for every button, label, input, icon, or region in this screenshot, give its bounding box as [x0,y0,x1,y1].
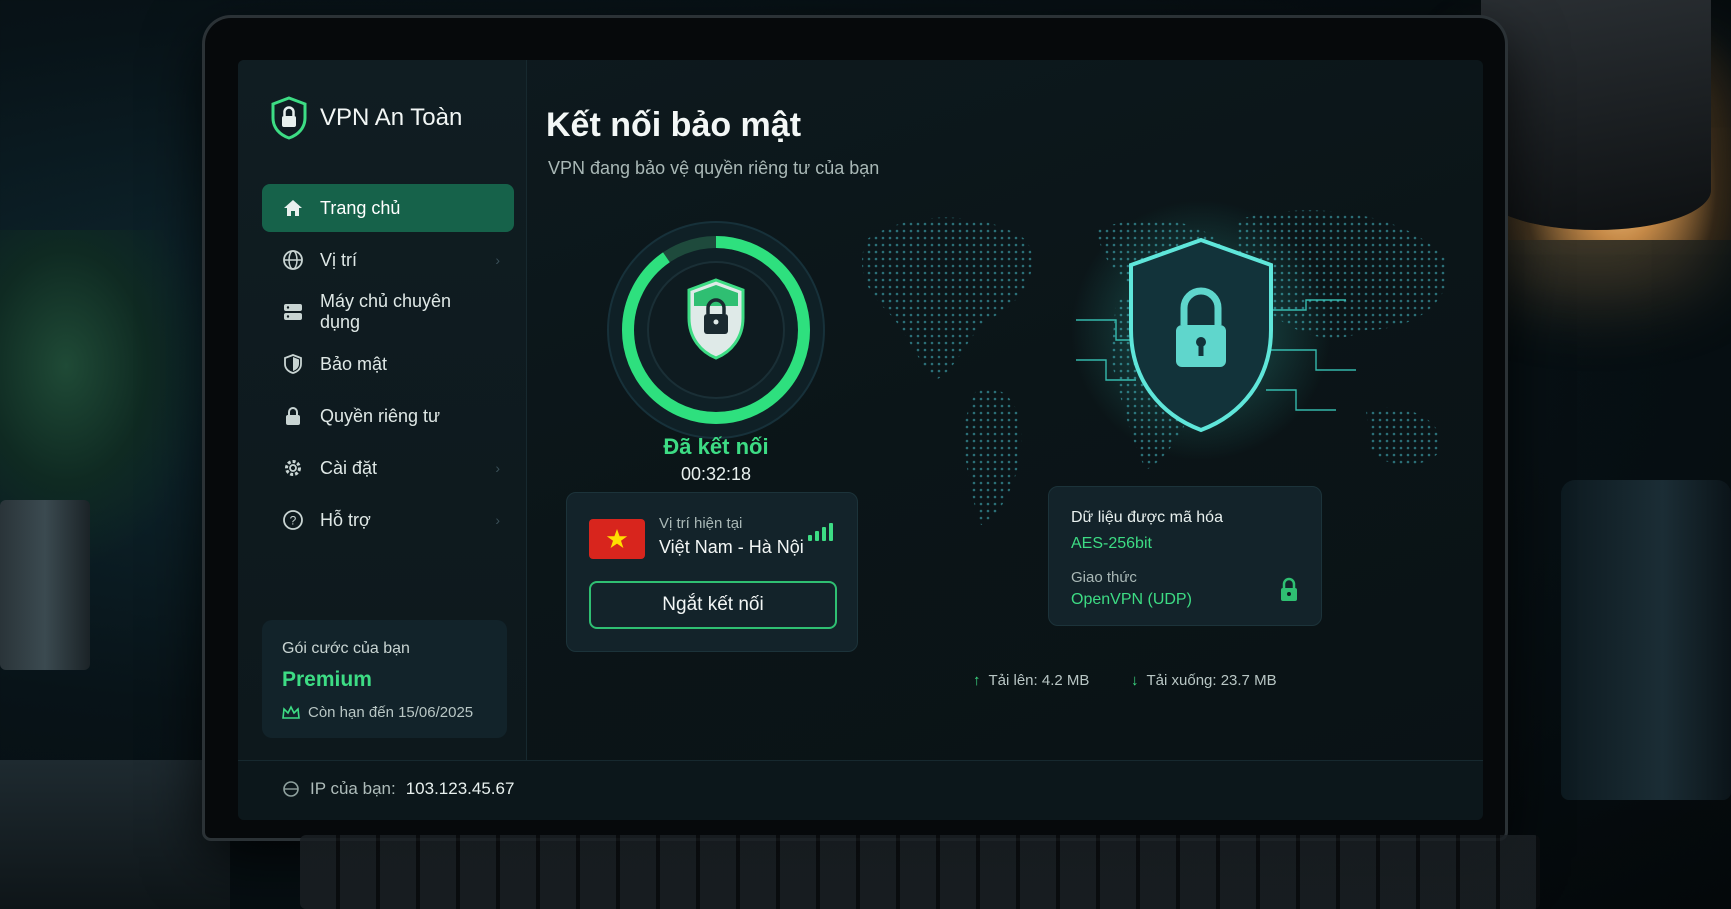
location-value: Việt Nam - Hà Nội [659,537,804,557]
server-icon [282,301,304,323]
background-mug [1561,480,1731,800]
plan-label: Gói cước của bạn [282,640,410,657]
connection-status: Đã kết nối [663,434,769,459]
sidebar-nav: Trang chủ Vị trí › Máy chủ chuyên dụng B… [262,184,514,548]
sidebar-item-label: Hỗ trợ [320,509,371,530]
page-subtitle: VPN đang bảo vệ quyền riêng tư của bạn [548,158,880,178]
signal-strength-icon [808,523,833,541]
plan-expiry-text: Còn hạn đến 15/06/2025 [308,704,474,721]
arrow-down-icon: ↓ [1131,672,1139,689]
encryption-card: Dữ liệu được mã hóa AES-256bit Giao thức… [1048,486,1322,626]
plan-name: Premium [282,668,372,691]
shield-icon [282,353,304,375]
background-plant-pot [0,500,90,670]
brand: VPN An Toàn [270,96,462,140]
plan-expiry: Còn hạn đến 15/06/2025 [282,704,473,721]
background-books [0,760,230,909]
home-icon [282,197,304,219]
sidebar-item-privacy[interactable]: Quyền riêng tư [262,392,514,440]
laptop-keyboard [300,835,1540,909]
gear-icon [282,457,304,479]
app-window: VPN An Toàn Trang chủ Vị trí › Máy chủ c… [238,60,1483,820]
sidebar-item-label: Trang chủ [320,197,401,218]
status-bar: IP của bạn: 103.123.45.67 [238,760,1483,820]
sidebar-item-label: Máy chủ chuyên dụng [320,291,452,332]
connection-timer: 00:32:18 [680,464,752,484]
encryption-label: Dữ liệu được mã hóa [1071,509,1223,526]
help-icon: ? [282,509,304,531]
globe-icon [282,249,304,271]
sidebar-item-home[interactable]: Trang chủ [262,184,514,232]
chevron-right-icon: › [495,460,500,476]
connection-ring [607,221,825,439]
arrow-up-icon: ↑ [973,672,981,689]
upload-value: Tải lên: 4.2 MB [988,672,1090,689]
lock-icon [282,405,304,427]
svg-text:?: ? [290,514,297,528]
app-title: VPN An Toàn [320,104,463,131]
sidebar-item-dedicated-server[interactable]: Máy chủ chuyên dụng [262,288,514,336]
upload-stat: ↑ Tải lên: 4.2 MB [973,672,1089,689]
sidebar-item-settings[interactable]: Cài đặt › [262,444,514,492]
sidebar: VPN An Toàn Trang chủ Vị trí › Máy chủ c… [238,60,527,760]
sidebar-item-label: Cài đặt [320,457,378,478]
sidebar-item-location[interactable]: Vị trí › [262,236,514,284]
location-card[interactable]: Vị trí hiện tại Việt Nam - Hà Nội Ngắt k… [566,492,858,652]
chevron-right-icon: › [495,252,500,268]
encryption-value: AES-256bit [1071,535,1152,552]
background-lamp [1481,0,1711,230]
sidebar-item-label: Bảo mật [320,353,388,374]
download-stat: ↓ Tải xuống: 23.7 MB [1131,672,1277,689]
crown-icon [282,704,300,719]
ip-value: 103.123.45.67 [405,779,515,798]
chevron-right-icon: › [495,512,500,528]
protocol-label: Giao thức [1071,569,1137,586]
plan-card[interactable]: Gói cước của bạn Premium Còn hạn đến 15/… [262,620,507,738]
main-content: Kết nối bảo mật VPN đang bảo vệ quyền ri… [526,60,1483,760]
shield-lock-logo-icon [271,96,307,140]
disconnect-button[interactable]: Ngắt kết nối [589,581,837,629]
protocol-value: OpenVPN (UDP) [1071,591,1192,608]
network-icon [283,781,299,797]
location-label: Vị trí hiện tại [659,515,743,532]
sidebar-item-label: Quyền riêng tư [320,405,441,426]
download-value: Tải xuống: 23.7 MB [1146,672,1277,689]
ip-display: IP của bạn: 103.123.45.67 [282,779,514,799]
ip-label: IP của bạn: [310,779,396,798]
sidebar-item-support[interactable]: ? Hỗ trợ › [262,496,514,544]
sidebar-item-security[interactable]: Bảo mật [262,340,514,388]
page-title: Kết nối bảo mật [546,106,802,144]
vietnam-flag-icon [589,519,645,559]
sidebar-item-label: Vị trí [320,249,358,270]
lock-icon [1281,577,1297,601]
